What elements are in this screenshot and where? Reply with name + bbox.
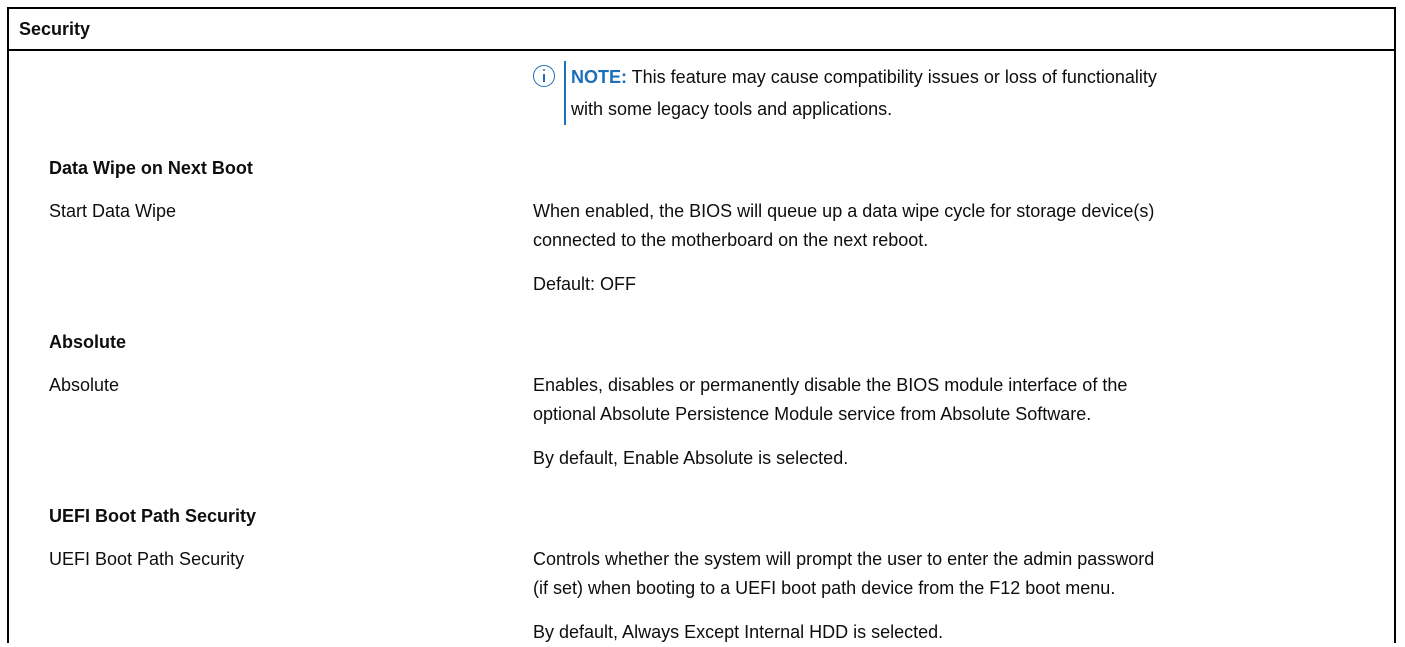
table-header: Security (9, 9, 1394, 51)
note-text: NOTE: This feature may cause compatibili… (571, 61, 1157, 125)
description-line: When enabled, the BIOS will queue up a d… (533, 201, 1155, 221)
default-value: Default: OFF (533, 274, 637, 294)
note-block: NOTE: This feature may cause compatibili… (533, 61, 1157, 125)
note-label: NOTE: (571, 67, 627, 87)
section-heading-data-wipe: Data Wipe on Next Boot (49, 158, 253, 178)
section-heading-absolute: Absolute (49, 332, 127, 352)
description-line: optional Absolute Persistence Module ser… (533, 404, 1092, 424)
option-label-absolute: Absolute (49, 375, 120, 395)
section-heading-uefi-boot-path-security: UEFI Boot Path Security (49, 506, 257, 526)
description-line: Enables, disables or permanently disable… (533, 375, 1128, 395)
page-title: Security (19, 18, 91, 39)
description-line: connected to the motherboard on the next… (533, 230, 929, 250)
default-value: By default, Enable Absolute is selected. (533, 448, 849, 468)
description-line: (if set) when booting to a UEFI boot pat… (533, 578, 1116, 598)
description-line: Controls whether the system will prompt … (533, 549, 1155, 569)
note-line-1: This feature may cause compatibility iss… (627, 67, 1157, 87)
note-line-2: with some legacy tools and applications. (571, 99, 893, 119)
info-icon (533, 65, 555, 87)
note-divider (564, 61, 566, 125)
option-label-uefi-boot-path-security: UEFI Boot Path Security (49, 549, 245, 569)
option-label-start-data-wipe: Start Data Wipe (49, 201, 177, 221)
security-table: Security NOTE: This feature may cause co… (7, 7, 1396, 643)
